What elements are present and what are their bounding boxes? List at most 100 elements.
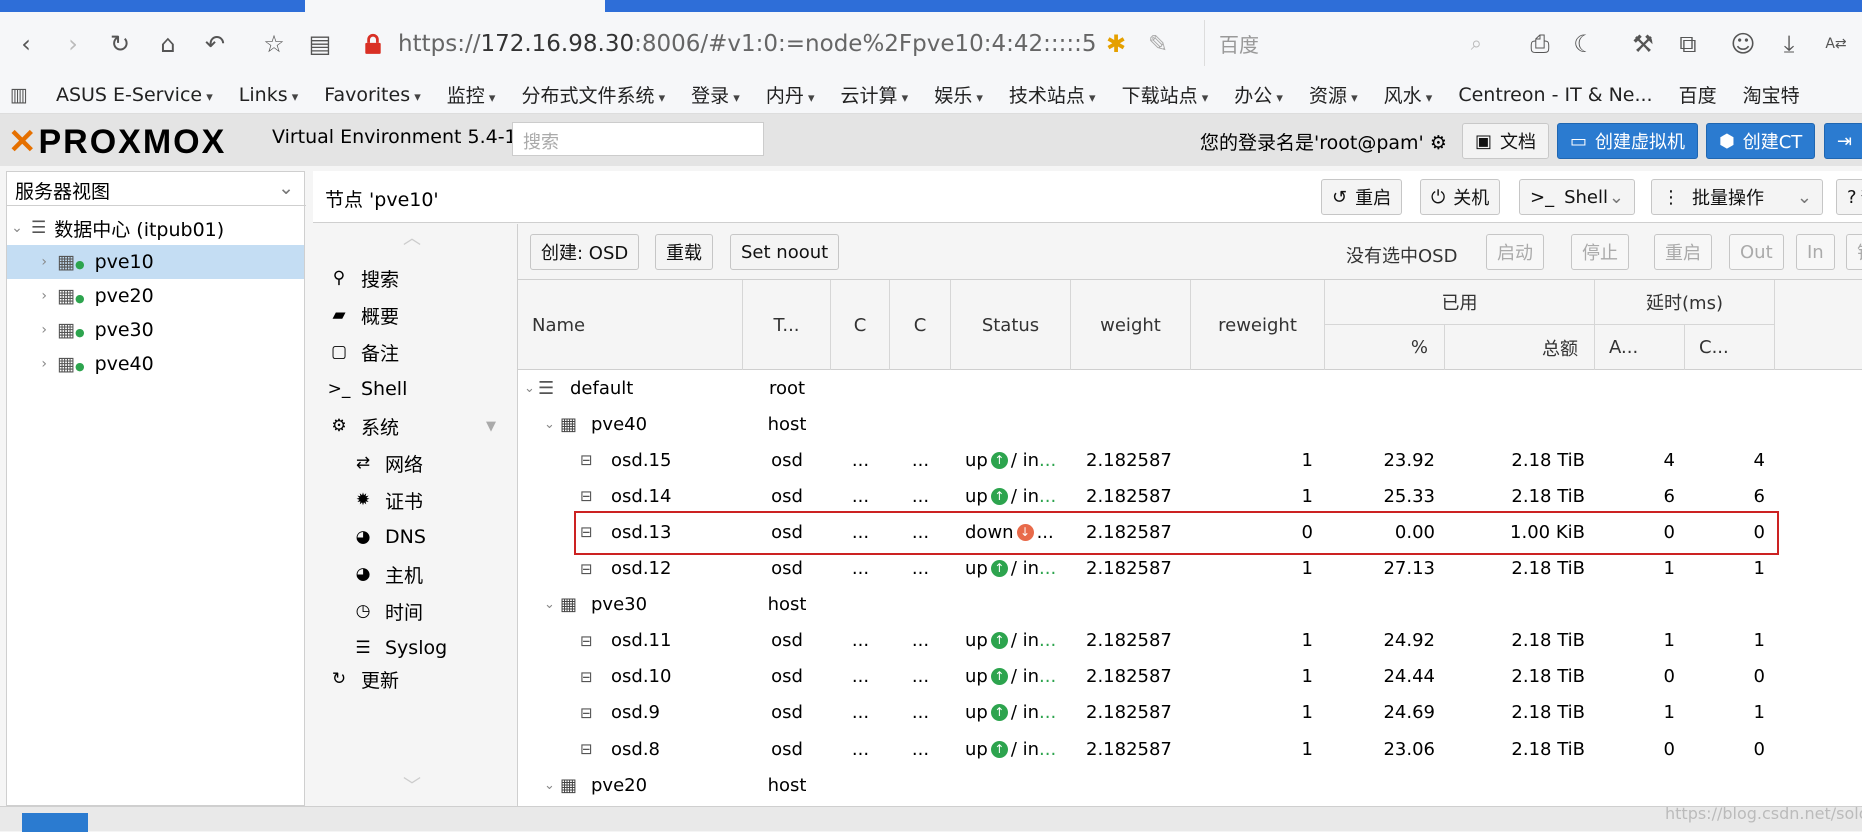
out-button[interactable]: Out (1729, 234, 1784, 270)
bookmark-item[interactable]: Centreon - IT & Ne... (1458, 84, 1652, 106)
host-row[interactable]: ⌄ ▦ pve20 host (518, 767, 1862, 803)
chevron-down-icon[interactable]: ⌄ (278, 177, 294, 199)
set-noout-button[interactable]: Set noout (730, 234, 840, 270)
bookmark-item[interactable]: 百度 (1679, 81, 1717, 108)
collapse-icon[interactable]: ⌄ (524, 370, 535, 406)
col-name[interactable]: Name (518, 280, 743, 370)
collapse-icon[interactable]: ⌄ (7, 220, 27, 236)
create-vm-button[interactable]: ▭ 创建虚拟机 (1557, 123, 1699, 159)
start-button[interactable]: 启动 (1486, 234, 1544, 270)
col-c2[interactable]: C (890, 280, 951, 370)
expand-icon[interactable]: › (7, 356, 47, 372)
bookmark-item[interactable]: ASUS E-Service (56, 84, 213, 106)
osd-row[interactable]: ⊟ osd.12 osd...... up ↑ / in ... 2.182587 1 27.1… (518, 551, 1862, 587)
reader-icon[interactable]: ▤ (302, 26, 338, 62)
col-lat-a[interactable]: A... (1595, 325, 1685, 370)
tree-node-pve10[interactable]: › ▦● pve10 (7, 245, 304, 279)
print-icon[interactable]: ⎙ (1522, 26, 1558, 62)
reload-button[interactable]: 重载 (655, 234, 713, 270)
osd-row[interactable]: ⊟ osd.14 osd...... up ↑ / in ... 2.182587 1 25.3… (518, 478, 1862, 514)
bookmark-item[interactable]: 办公 (1234, 81, 1283, 108)
home-icon[interactable]: ⌂ (150, 26, 186, 62)
header-search-input[interactable]: 搜索 (512, 122, 764, 156)
bookmark-item[interactable]: 云计算 (841, 81, 909, 108)
reboot-button[interactable]: ↺ 重启 (1321, 179, 1403, 215)
stop-button[interactable]: 停止 (1571, 234, 1629, 270)
col-lat-c[interactable]: C... (1685, 325, 1775, 370)
user-icon[interactable]: ☺ (1725, 26, 1761, 62)
collapse-icon[interactable]: ⌄ (544, 767, 555, 803)
bookmark-item[interactable]: 分布式文件系统 (521, 81, 665, 108)
moon-icon[interactable]: ☾ (1566, 26, 1602, 62)
help-button[interactable]: ?帮 (1836, 179, 1862, 215)
osd-row[interactable]: ⊟ osd.11 osd...... up ↑ / in ... 2.182587 1 24.9… (518, 623, 1862, 659)
tree-node-pve30[interactable]: › ▦● pve30 (7, 313, 304, 347)
bulk-actions-button[interactable]: ⋮ 批量操作 ⌄ (1651, 179, 1823, 215)
nav-shell[interactable]: >_ Shell (313, 369, 518, 409)
active-tab[interactable] (305, 0, 605, 12)
nav-certificates[interactable]: ✹ 证书 (313, 480, 518, 520)
col-weight[interactable]: weight (1071, 280, 1191, 370)
osd-row[interactable]: ⊟ osd.8 osd...... up ↑ / in ... 2.182587 1 23.06… (518, 731, 1862, 767)
collapse-icon[interactable]: ▼ (486, 419, 496, 434)
translate-icon[interactable]: A⇄ (1818, 26, 1854, 62)
expand-icon[interactable]: › (7, 254, 47, 270)
root-row[interactable]: ⌄ ☰ default root (518, 370, 1862, 406)
bookmark-item[interactable]: Links (239, 84, 298, 106)
bookmark-item[interactable]: 资源 (1309, 81, 1358, 108)
host-row[interactable]: ⌄ ▦ pve30 host (518, 587, 1862, 623)
col-used-pct[interactable]: % (1325, 325, 1445, 370)
col-reweight[interactable]: reweight (1191, 280, 1325, 370)
reload-icon[interactable]: ↻ (102, 26, 138, 62)
bookmark-item[interactable]: 技术站点 (1009, 81, 1096, 108)
download-icon[interactable]: ⤓ (1771, 26, 1807, 62)
back-icon[interactable]: ‹ (8, 26, 44, 62)
nav-syslog[interactable]: ☰ Syslog (313, 628, 518, 668)
bookmarks-sidebar-icon[interactable]: ▥ (10, 84, 28, 106)
gear-icon[interactable]: ⚙ (1430, 132, 1447, 154)
extension-pin-icon[interactable]: ✎ (1140, 26, 1176, 62)
logout-button[interactable]: ⇥ (1824, 123, 1862, 159)
nav-search[interactable]: ⚲ 搜索 (313, 258, 518, 298)
expand-icon[interactable]: › (7, 322, 47, 338)
bookmark-item[interactable]: 娱乐 (934, 81, 983, 108)
star-icon[interactable]: ☆ (256, 26, 292, 62)
browser-search-input[interactable]: 百度 ⌕ (1204, 20, 1496, 66)
nav-hosts[interactable]: ◕ 主机 (313, 554, 518, 594)
destroy-button[interactable]: 销 (1846, 234, 1862, 270)
shell-button[interactable]: >_ Shell ⌄ (1519, 179, 1635, 215)
osd-row[interactable]: ⊟ osd.15 osd...... up ↑ / in ... 2.182587 1 23.9… (518, 442, 1862, 478)
tree-node-pve20[interactable]: › ▦● pve20 (7, 279, 304, 313)
tree-datacenter[interactable]: ⌄ ☰ 数据中心 (itpub01) (7, 211, 304, 245)
scroll-down-icon[interactable]: ﹀ (403, 772, 421, 798)
bookmark-item[interactable]: 下载站点 (1122, 81, 1209, 108)
undo-icon[interactable]: ↶ (197, 26, 233, 62)
shutdown-button[interactable]: ⏻ 关机 (1420, 179, 1501, 215)
bookmark-item[interactable]: 登录 (691, 81, 740, 108)
expand-icon[interactable]: › (7, 288, 47, 304)
task-log-tab[interactable] (22, 813, 88, 832)
bookmark-item[interactable]: 淘宝特 (1743, 81, 1800, 108)
nav-dns[interactable]: ◕ DNS (313, 517, 518, 557)
bookmark-item[interactable]: 风水 (1384, 81, 1433, 108)
nav-time[interactable]: ◷ 时间 (313, 591, 518, 631)
collapse-icon[interactable]: ⌄ (544, 406, 555, 442)
bookmark-item[interactable]: 内丹 (766, 81, 815, 108)
col-status[interactable]: Status (951, 280, 1071, 370)
nav-updates[interactable]: ↻ 更新 (313, 665, 518, 693)
tools-icon[interactable]: ⚒ (1625, 26, 1661, 62)
host-row[interactable]: ⌄ ▦ pve40 host (518, 406, 1862, 442)
nav-notes[interactable]: ▢ 备注 (313, 332, 518, 372)
nav-summary[interactable]: ▰ 概要 (313, 295, 518, 335)
scroll-up-icon[interactable]: ︿ (403, 224, 421, 250)
create-osd-button[interactable]: 创建: OSD (530, 234, 640, 270)
nav-network[interactable]: ⇄ 网络 (313, 443, 518, 483)
chevron-down-icon[interactable]: ⌄ (1609, 187, 1624, 208)
forward-icon[interactable]: › (55, 26, 91, 62)
create-ct-button[interactable]: ⬢ 创建CT (1706, 123, 1816, 159)
collapse-icon[interactable]: ⌄ (544, 587, 555, 623)
docs-button[interactable]: ▣ 文档 (1462, 123, 1550, 159)
osd-row[interactable]: ⊟ osd.9 osd...... up ↑ / in ... 2.182587 1 24.69… (518, 695, 1862, 731)
restart-button[interactable]: 重启 (1654, 234, 1712, 270)
extension-bee-icon[interactable]: ✱ (1098, 26, 1134, 62)
